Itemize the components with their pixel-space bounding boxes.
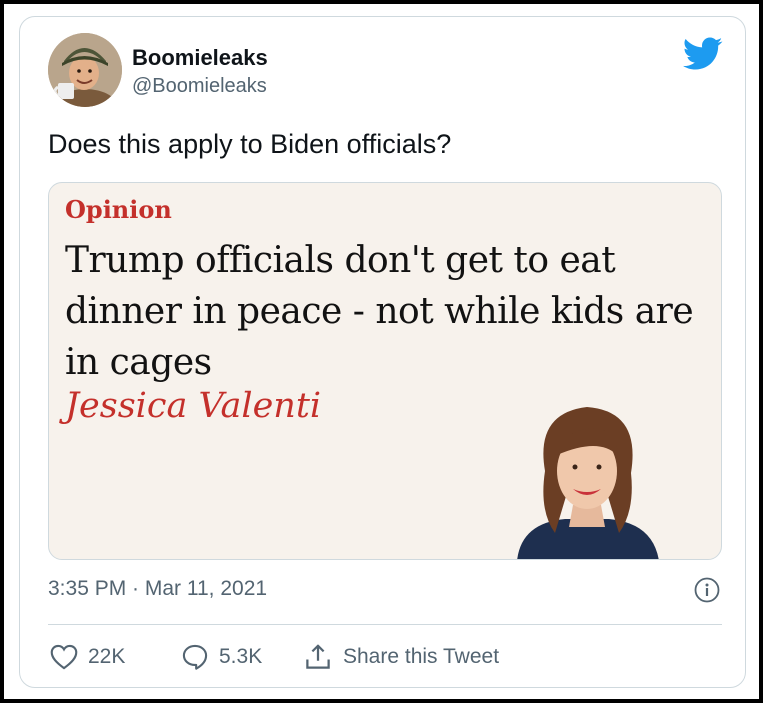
card-section-label: Opinion — [65, 195, 172, 224]
tweet-timestamp[interactable]: 3:35 PM · Mar 11, 2021 — [48, 577, 267, 601]
reply-count: 5.3K — [219, 645, 263, 668]
avatar-image — [48, 33, 122, 107]
share-button[interactable]: Share this Tweet — [303, 641, 499, 673]
card-headline: Trump officials don't get to eat dinner … — [65, 240, 694, 383]
author-name[interactable]: Boomieleaks — [132, 45, 268, 71]
tweet-card: Boomieleaks @Boomieleaks Does this apply… — [19, 16, 746, 688]
avatar[interactable] — [48, 33, 122, 107]
tweet-text: Does this apply to Biden officials? — [48, 129, 452, 159]
card-author: Jessica Valenti — [65, 386, 322, 426]
reply-button[interactable]: 5.3K — [181, 641, 262, 673]
info-icon[interactable] — [694, 577, 720, 603]
speech-bubble-icon — [182, 644, 208, 670]
share-icon — [306, 644, 330, 669]
heart-icon — [50, 644, 78, 670]
share-label: Share this Tweet — [343, 645, 500, 668]
like-count: 22K — [88, 645, 126, 668]
twitter-bird-icon[interactable] — [683, 37, 723, 71]
author-handle[interactable]: @Boomieleaks — [132, 75, 267, 98]
divider — [48, 624, 722, 625]
like-button[interactable]: 22K — [50, 641, 125, 673]
author-photo — [517, 407, 659, 559]
screenshot-frame: Boomieleaks @Boomieleaks Does this apply… — [4, 4, 759, 699]
link-preview-card[interactable]: Opinion Trump officials don't get to eat… — [48, 182, 722, 560]
